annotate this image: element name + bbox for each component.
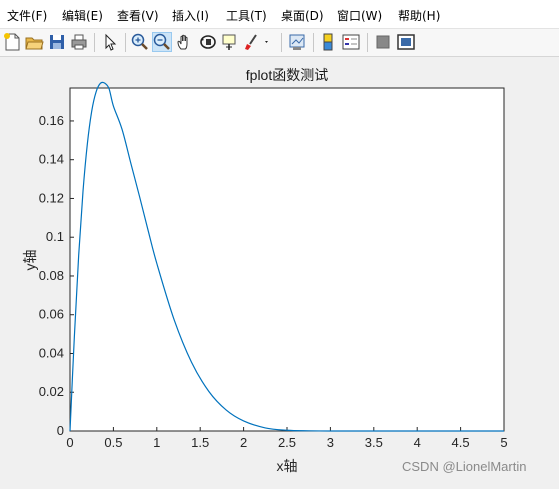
x-tick-label: 0 [66, 435, 73, 450]
rotate-3d-icon[interactable] [198, 32, 218, 52]
y-tick-label: 0.12 [39, 190, 64, 205]
axes-box [69, 87, 505, 432]
save-icon[interactable] [47, 32, 67, 52]
x-tick-label: 3.5 [365, 435, 383, 450]
y-tick-label: 0.14 [39, 152, 64, 167]
brush-icon[interactable] [243, 32, 268, 52]
y-tick-label: 0.1 [46, 229, 64, 244]
toolbar [0, 29, 559, 57]
print-icon[interactable] [69, 32, 89, 52]
x-tick-label: 4.5 [452, 435, 470, 450]
x-tick-label: 2.5 [278, 435, 296, 450]
menu-view[interactable]: 查看(V) [117, 7, 159, 24]
line-chart[interactable]: 0 0.5 1 1.5 2 2.5 3 3.5 4 4.5 5 0 0.02 0.04 0.06 0.08 0… [0, 57, 559, 485]
y-tick-label: 0.04 [39, 345, 64, 360]
menu-file[interactable]: 文件(F) [7, 7, 47, 24]
open-folder-icon[interactable] [24, 32, 44, 52]
y-tick-label: 0.02 [39, 384, 64, 399]
y-tick-label: 0 [57, 423, 64, 438]
x-tick-label: 3 [327, 435, 334, 450]
data-cursor-icon[interactable] [220, 32, 240, 52]
menu-desktop[interactable]: 桌面(D) [281, 7, 324, 24]
y-axis-label: y轴 [22, 250, 38, 271]
x-tick-label: 1.5 [191, 435, 209, 450]
x-tick-label: 1 [153, 435, 160, 450]
chart-title: fplot函数测试 [246, 67, 328, 83]
watermark: CSDN @LionelMartin [402, 459, 527, 474]
x-tick-label: 2 [240, 435, 247, 450]
x-tick-label: 5 [500, 435, 507, 450]
x-tick-label: 4 [414, 435, 421, 450]
pan-hand-icon[interactable] [175, 32, 195, 52]
menu-insert[interactable]: 插入(I) [172, 7, 209, 24]
x-axis-label: x轴 [277, 458, 298, 474]
zoom-out-icon[interactable] [152, 32, 172, 52]
menu-window[interactable]: 窗口(W) [337, 7, 382, 24]
y-tick-label: 0.16 [39, 113, 64, 128]
hide-plot-tools-icon[interactable] [373, 32, 393, 52]
colorbar-icon[interactable] [318, 32, 338, 52]
menu-edit[interactable]: 编辑(E) [62, 7, 103, 24]
x-tick-label: 0.5 [104, 435, 122, 450]
menu-bar: 文件(F) 编辑(E) 查看(V) 插入(I) 工具(T) 桌面(D) 窗口(W… [0, 0, 559, 29]
pointer-icon[interactable] [100, 32, 120, 52]
zoom-in-icon[interactable] [130, 32, 150, 52]
menu-help[interactable]: 帮助(H) [398, 7, 440, 24]
figure-area: 0 0.5 1 1.5 2 2.5 3 3.5 4 4.5 5 0 0.02 0.04 0.06 0.08 0… [0, 57, 559, 485]
y-tick-label: 0.06 [39, 307, 64, 322]
show-plot-tools-icon[interactable] [396, 32, 416, 52]
link-plot-icon[interactable] [287, 32, 307, 52]
new-file-icon[interactable] [2, 32, 22, 52]
y-tick-label: 0.08 [39, 268, 64, 283]
legend-icon[interactable] [341, 32, 361, 52]
menu-tools[interactable]: 工具(T) [226, 7, 267, 24]
